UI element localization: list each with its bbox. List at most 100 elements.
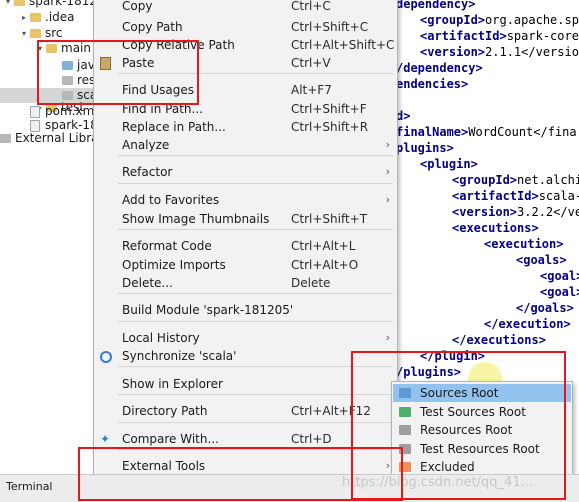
code-line: </goals> <box>516 300 574 316</box>
menu-item-shortcut: Ctrl+V <box>291 56 331 70</box>
xml-text: spark-core <box>506 29 579 43</box>
menu-item-label: Show Image Thumbnails <box>122 212 270 226</box>
xml-tag: /dependency> <box>396 61 483 75</box>
code-line: <version>3.2.2</ve <box>452 204 579 220</box>
code-line: <artifactId>spark-core <box>420 28 579 44</box>
code-line: <version>2.1.1</versio <box>420 44 579 60</box>
code-line: /dependency> <box>396 60 483 76</box>
menu-item-shortcut: Ctrl+Shift+C <box>291 20 369 34</box>
expand-down-icon[interactable]: ▾ <box>4 0 12 9</box>
submenu-arrow-icon: › <box>385 138 390 151</box>
library-icon-icon <box>0 134 11 143</box>
menu-item-shortcut: Delete <box>291 276 331 290</box>
menu-item[interactable]: Copy Ctrl+C <box>95 0 396 15</box>
xml-tag: <execution> <box>484 237 564 251</box>
code-line: dependency> <box>396 0 475 12</box>
submenu-arrow-icon: › <box>385 165 390 178</box>
code-line: <groupId>org.apache.sp <box>420 12 579 28</box>
code-line: </execution> <box>484 316 571 332</box>
xml-tag: <artifactId> <box>420 29 507 43</box>
menu-item-shortcut: Ctrl+Shift+F <box>291 102 367 116</box>
menu-item-label: Synchronize 'scala' <box>122 349 237 363</box>
tree-item[interactable]: ▾ src <box>0 26 100 41</box>
menu-separator <box>118 293 393 294</box>
xml-tag: <version> <box>452 205 518 219</box>
tree-item-label: spark-18120 <box>29 0 100 8</box>
menu-item-label: Reformat Code <box>122 239 212 253</box>
compare-icon: ✦ <box>100 432 111 446</box>
menu-separator <box>118 155 393 156</box>
menu-separator <box>118 321 393 322</box>
folder-yellow-icon <box>30 13 41 22</box>
expand-down-icon[interactable]: ▾ <box>20 26 28 41</box>
module-folder-icon <box>14 0 25 6</box>
annotation-box-tree <box>37 40 199 105</box>
code-line: endencies> <box>396 76 468 92</box>
menu-item-shortcut: Ctrl+Alt+L <box>291 239 356 253</box>
menu-item[interactable]: Delete... Delete <box>95 274 396 292</box>
menu-separator <box>118 183 393 184</box>
sync-icon <box>100 351 112 363</box>
xml-tag: <groupId> <box>420 13 486 27</box>
xml-tag: finalName> <box>396 125 469 139</box>
menu-item-label: Analyze <box>122 138 170 152</box>
menu-item[interactable]: Reformat Code Ctrl+Alt+L <box>95 237 396 255</box>
code-line: finalName>WordCount</fina <box>396 124 577 140</box>
menu-item[interactable]: Show Image Thumbnails Ctrl+Shift+T <box>95 210 396 228</box>
tree-item-label: src <box>45 26 63 40</box>
menu-item[interactable]: Build Module 'spark-181205' <box>95 301 396 319</box>
menu-item[interactable]: Replace in Path... Ctrl+Shift+R <box>95 118 396 136</box>
xml-text: 2.1.1</versio <box>485 45 579 59</box>
menu-item-shortcut: Ctrl+C <box>291 0 331 13</box>
code-line: <goal> <box>540 268 579 284</box>
folder-yellow-icon <box>30 29 41 38</box>
code-line: <plugin> <box>420 156 478 172</box>
menu-item[interactable]: Add to Favorites › <box>95 191 396 209</box>
code-line: plugins> <box>396 140 454 156</box>
xml-text: net.alchi <box>517 173 579 187</box>
tree-item[interactable]: ▸External Libraries <box>0 131 100 146</box>
xml-tag: <plugin> <box>420 157 478 171</box>
xml-tag: <goal> <box>540 285 579 299</box>
tree-item[interactable]: ▸ .idea <box>0 10 100 25</box>
code-line: <executions> <box>452 220 539 236</box>
terminal-tab[interactable]: Terminal <box>0 476 59 498</box>
terminal-tab-label: Terminal <box>6 480 53 493</box>
menu-item-label: Refactor <box>122 165 173 179</box>
menu-item[interactable]: Optimize Imports Ctrl+Alt+O <box>95 256 396 274</box>
expand-right-icon[interactable]: ▸ <box>20 10 28 25</box>
xml-tag: endencies> <box>396 77 469 91</box>
tree-item[interactable]: pom.xml <box>0 104 100 119</box>
menu-item-shortcut: Ctrl+Alt+Shift+C <box>291 38 395 52</box>
menu-item-label: Local History <box>122 331 200 345</box>
menu-item-label: Show in Explorer <box>122 377 223 391</box>
menu-item-label: Replace in Path... <box>122 120 226 134</box>
xml-text: scala- <box>538 189 579 203</box>
menu-item-shortcut: Ctrl+Alt+O <box>291 258 359 272</box>
menu-item[interactable]: Refactor › <box>95 163 396 181</box>
xml-tag: <artifactId> <box>452 189 539 203</box>
xml-text: org.apache.sp <box>485 13 579 27</box>
tree-item-label: .idea <box>45 10 75 24</box>
menu-item[interactable]: Analyze › <box>95 136 396 154</box>
code-line: <execution> <box>484 236 563 252</box>
xml-tag: <goals> <box>516 253 567 267</box>
tree-item[interactable]: ▾ spark-18120 <box>0 0 100 9</box>
menu-item-shortcut: Alt+F7 <box>291 83 332 97</box>
menu-item[interactable]: Local History › <box>95 329 396 347</box>
menu-item-shortcut: Ctrl+Shift+T <box>291 212 368 226</box>
xml-tag: <version> <box>420 45 486 59</box>
code-line: <goal> <box>540 284 579 300</box>
tree-item-label: External Libraries <box>15 131 100 145</box>
menu-item-shortcut: Ctrl+Shift+R <box>291 120 369 134</box>
menu-item-label: Delete... <box>122 276 173 290</box>
xml-tag: </goals> <box>516 301 574 315</box>
submenu-arrow-icon: › <box>385 331 390 344</box>
tree-item-label: pom.xml <box>45 104 98 118</box>
menu-item[interactable]: Copy Path Ctrl+Shift+C <box>95 18 396 36</box>
xml-tag: </executions> <box>452 333 546 347</box>
code-line: <goals> <box>516 252 567 268</box>
menu-item-label: Build Module 'spark-181205' <box>122 303 294 317</box>
code-line: <artifactId>scala- <box>452 188 579 204</box>
xml-tag: d> <box>396 109 411 123</box>
